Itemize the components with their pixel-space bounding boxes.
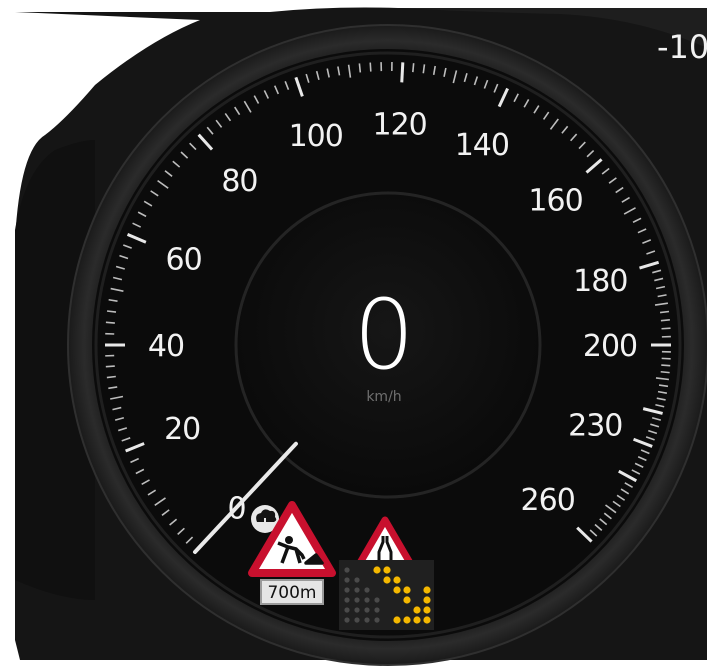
arrow-board-dot — [354, 617, 360, 623]
speedometer-dial: 020406080100120140160180200230260 0 km/h… — [15, 7, 707, 666]
dial-label-140: 140 — [455, 128, 509, 163]
arrow-board-dot — [364, 607, 370, 613]
dial-tick — [105, 365, 115, 368]
dial-tick — [659, 310, 670, 314]
dial-label-160: 160 — [528, 183, 582, 218]
arrow-board-dot — [364, 587, 370, 593]
arrow-board-dot — [413, 616, 421, 624]
arrow-board-dot — [393, 586, 401, 594]
dial-label-120: 120 — [372, 107, 426, 142]
dial-label-200: 200 — [583, 329, 637, 364]
arrow-board-dot — [423, 616, 431, 624]
arrow-board-dot — [344, 617, 350, 623]
adjacent-gauge-label: -10 — [657, 28, 707, 66]
arrow-board-dot — [423, 586, 431, 594]
dial-label-230: 230 — [568, 409, 622, 444]
arrow-board-dot — [403, 586, 411, 594]
dial-tick — [106, 375, 116, 379]
arrow-board-dot — [413, 606, 421, 614]
dial-tick — [660, 370, 670, 374]
arrow-board-dot — [383, 576, 391, 584]
instrument-cluster: 020406080100120140160180200230260 0 km/h… — [0, 0, 707, 666]
dial-tick — [369, 62, 372, 72]
arrow-board-dot — [393, 576, 401, 584]
dial-tick — [661, 364, 671, 367]
arrow-board-dot — [393, 616, 401, 624]
arrow-board-dot — [423, 606, 431, 614]
dial-label-20: 20 — [164, 412, 200, 447]
dial-tick — [400, 62, 405, 83]
arrow-board-dot — [403, 596, 411, 604]
arrow-board-dot — [344, 607, 350, 613]
arrow-board-dot — [364, 597, 370, 603]
dial-label-40: 40 — [148, 329, 184, 364]
dial-label-80: 80 — [221, 164, 257, 199]
arrow-board-dot — [354, 577, 360, 583]
dial-tick — [106, 310, 117, 313]
dial-tick — [105, 321, 115, 324]
arrow-board-dot — [354, 597, 360, 603]
arrow-board-dot — [403, 616, 411, 624]
arrow-board-dot — [373, 566, 381, 574]
arrow-board-dot — [344, 567, 350, 573]
dial-tick — [358, 63, 362, 73]
arrow-board-dot — [423, 596, 431, 604]
arrow-board-dot — [354, 607, 360, 613]
speed-unit: km/h — [366, 389, 401, 405]
arrow-board-dot — [344, 597, 350, 603]
arrow-board-dot — [374, 617, 380, 623]
arrow-board-dot — [364, 617, 370, 623]
arrow-board-dot — [383, 566, 391, 574]
dial-label-60: 60 — [166, 242, 202, 277]
dial-label-180: 180 — [573, 264, 627, 299]
arrow-board-dot — [344, 577, 350, 583]
dial-label-100: 100 — [289, 119, 343, 154]
dial-tick — [412, 63, 415, 73]
current-speed: 0 — [353, 279, 414, 391]
distance-label: 700m — [267, 583, 316, 603]
flashing-arrow-board-icon — [339, 560, 434, 630]
dial-tick — [660, 319, 670, 322]
arrow-board-dot — [374, 597, 380, 603]
arrow-board-dot — [344, 587, 350, 593]
arrow-board-dot — [354, 587, 360, 593]
dial-label-260: 260 — [521, 483, 575, 518]
dial-tick — [661, 327, 671, 330]
arrow-board-dot — [374, 607, 380, 613]
